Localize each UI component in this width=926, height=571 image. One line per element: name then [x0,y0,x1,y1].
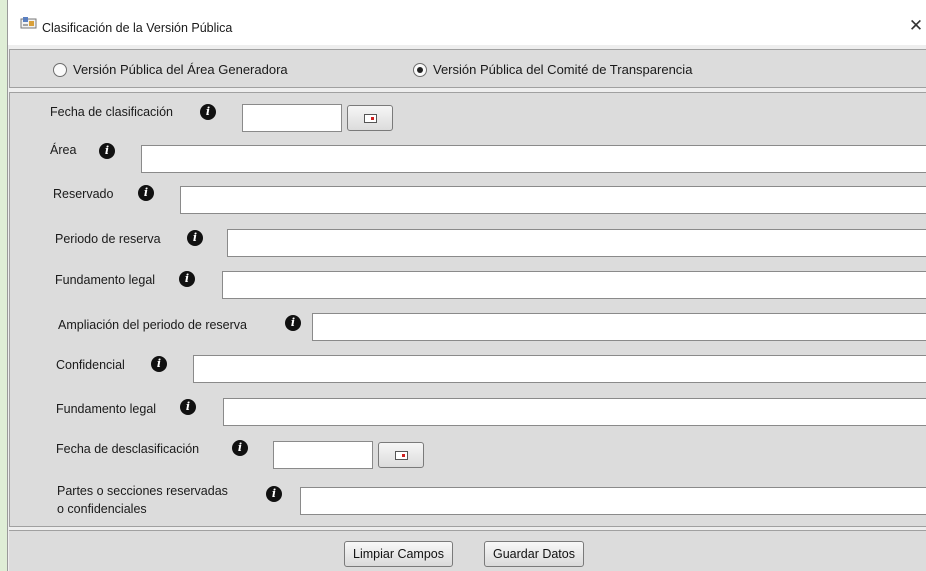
info-icon[interactable]: i [138,185,154,201]
calendar-button[interactable] [378,442,424,468]
ampliacion-input[interactable] [312,313,926,341]
fundamento-legal-2-label: Fundamento legal [56,402,157,416]
partes-label-line1: Partes o secciones reservadas [57,484,228,498]
periodo-reserva-input[interactable] [227,229,926,257]
action-bar: Limpiar Campos Guardar Datos [9,530,926,571]
info-icon[interactable]: i [180,399,196,415]
classification-form: Fecha de clasificación i Área i Reservad… [9,92,926,527]
radio-button[interactable] [53,62,67,77]
confidencial-input[interactable] [193,355,926,383]
fundamento-legal-2-input[interactable] [223,398,926,426]
app-icon [20,17,37,29]
info-icon[interactable]: i [200,104,216,120]
close-button[interactable]: ✕ [906,16,926,36]
radio-area-generadora[interactable]: Versión Pública del Área Generadora [53,62,288,77]
guardar-datos-button[interactable]: Guardar Datos [484,541,584,567]
periodo-reserva-label: Periodo de reserva [55,232,161,246]
area-input[interactable] [141,145,926,173]
info-icon[interactable]: i [179,271,195,287]
radio-button-selected[interactable] [413,62,427,77]
fecha-clasificacion-label: Fecha de clasificación [50,105,173,119]
info-icon[interactable]: i [99,143,115,159]
radio-label: Versión Pública del Comité de Transparen… [433,62,693,77]
partes-input[interactable] [300,487,926,515]
version-radio-group: Versión Pública del Área Generadora Vers… [9,49,926,88]
info-icon[interactable]: i [232,440,248,456]
fecha-desclasificacion-input[interactable] [273,441,373,469]
partes-label-line2: o confidenciales [57,502,147,516]
dialog-window: Clasificación de la Versión Pública ✕ Ve… [7,0,926,571]
info-icon[interactable]: i [187,230,203,246]
area-label: Área [50,143,77,157]
fecha-desclasificacion-label: Fecha de desclasificación [56,442,200,456]
info-icon[interactable]: i [151,356,167,372]
window-title: Clasificación de la Versión Pública [42,21,233,35]
reservado-input[interactable] [180,186,926,214]
calendar-icon [395,451,408,460]
title-bar: Clasificación de la Versión Pública ✕ [8,0,926,45]
confidencial-label: Confidencial [56,358,125,372]
fundamento-legal-input[interactable] [222,271,926,299]
fundamento-legal-label: Fundamento legal [55,273,156,287]
calendar-icon [364,114,377,123]
radio-label: Versión Pública del Área Generadora [73,62,288,77]
radio-comite-transparencia[interactable]: Versión Pública del Comité de Transparen… [413,62,692,77]
reservado-label: Reservado [53,187,114,201]
limpiar-campos-button[interactable]: Limpiar Campos [344,541,454,567]
fecha-clasificacion-input[interactable] [242,104,342,132]
ampliacion-label: Ampliación del periodo de reserva [58,318,247,332]
calendar-button[interactable] [347,105,393,131]
info-icon[interactable]: i [266,486,282,502]
info-icon[interactable]: i [285,315,301,331]
